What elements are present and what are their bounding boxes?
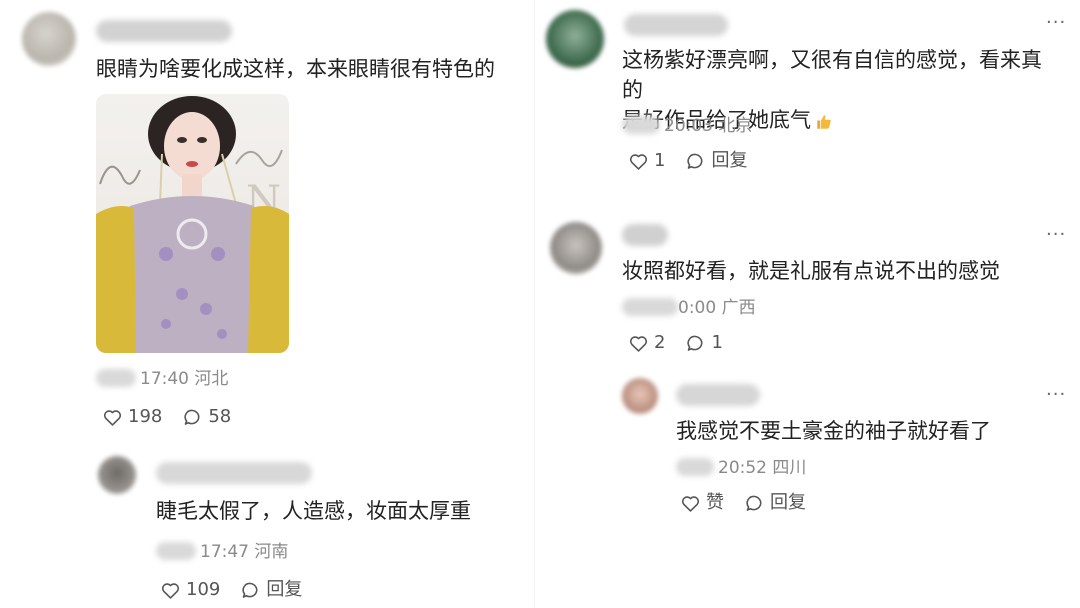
reply-label: 回复 (266, 579, 303, 600)
comment-text: 眼睛为啥要化成这样，本来眼睛很有特色的 (96, 57, 495, 81)
reply-button[interactable]: 回复 (685, 150, 747, 172)
heart-icon (161, 582, 180, 599)
comment-actions: 198 58 (102, 406, 231, 428)
comment-icon (184, 409, 200, 425)
time-date-blur (622, 116, 660, 134)
column-divider (534, 0, 535, 608)
user-name[interactable] (676, 384, 760, 406)
thumbs-up-emoji-icon (817, 115, 831, 129)
comment-location: 北京 (718, 116, 753, 136)
avatar[interactable] (98, 456, 136, 494)
reply-location: 四川 (772, 458, 807, 478)
comment-photo[interactable]: N (96, 94, 289, 353)
reply-label: 回复 (770, 492, 806, 513)
user-name[interactable] (622, 224, 668, 246)
user-name[interactable] (624, 14, 728, 36)
user-name[interactable] (96, 20, 232, 42)
reply-count: 1 (711, 332, 723, 353)
time-date-blur (622, 298, 678, 316)
comment-icon (746, 495, 762, 511)
comment-location: 广西 (721, 298, 756, 318)
like-button[interactable]: 109 (160, 579, 220, 601)
more-options-button[interactable]: ··· (1046, 14, 1066, 32)
reply-button[interactable]: 回复 (744, 492, 806, 514)
like-label: 赞 (706, 492, 724, 513)
comment-actions: 2 1 (628, 332, 723, 354)
reply-time: 17:47 (200, 542, 249, 562)
heart-icon (629, 153, 648, 170)
avatar[interactable] (546, 10, 604, 68)
comment-meta: 17:40 河北 (140, 369, 228, 389)
time-date-blur (96, 369, 136, 387)
comment-actions: 1 回复 (628, 150, 747, 172)
time-date-blur (156, 542, 196, 560)
reply-meta: 20:52 四川 (718, 458, 806, 478)
reply-text: 睫毛太假了，人造感，妆面太厚重 (156, 499, 471, 523)
comment-meta: 0:00 广西 (678, 298, 756, 318)
avatar[interactable] (622, 378, 658, 414)
like-button[interactable]: 1 (628, 150, 665, 172)
reply-location: 河南 (254, 542, 289, 562)
reply-actions: 赞 回复 (680, 492, 806, 514)
like-count: 198 (128, 406, 163, 427)
like-button[interactable]: 赞 (680, 492, 724, 514)
reply-meta: 17:47 河南 (200, 542, 288, 562)
comment-location: 河北 (194, 369, 229, 389)
reply-label: 回复 (711, 150, 748, 171)
like-count: 2 (654, 332, 666, 353)
comment-icon (687, 335, 703, 351)
like-button[interactable]: 198 (102, 406, 162, 428)
comment-icon (687, 153, 703, 169)
reply-button[interactable]: 1 (685, 332, 723, 354)
user-name[interactable] (156, 462, 312, 484)
reply-actions: 109 回复 (160, 579, 302, 601)
photo-image: N (96, 96, 289, 353)
like-count: 109 (186, 579, 221, 600)
comment-text: 妆照都好看，就是礼服有点说不出的感觉 (622, 259, 1000, 283)
comment-time: 17:40 (140, 369, 189, 389)
heart-icon (103, 409, 122, 426)
avatar[interactable] (22, 12, 76, 66)
more-options-button[interactable]: ··· (1046, 226, 1066, 244)
comment-icon (242, 582, 258, 598)
reply-text: 我感觉不要土豪金的袖子就好看了 (676, 419, 991, 443)
comment-text-line: 这杨紫好漂亮啊，又很有自信的感觉，看来真的 (622, 48, 1042, 102)
heart-icon (629, 335, 648, 352)
comment-time: 20:03 (664, 116, 713, 136)
like-button[interactable]: 2 (628, 332, 665, 354)
time-date-blur (676, 458, 714, 476)
comment-time: 0:00 (678, 298, 717, 318)
like-count: 1 (654, 150, 666, 171)
avatar[interactable] (550, 222, 602, 274)
reply-button[interactable]: 回复 (240, 579, 302, 601)
reply-count: 58 (208, 406, 232, 427)
heart-icon (681, 495, 700, 512)
more-options-button[interactable]: ··· (1046, 386, 1066, 404)
comment-meta: 20:03 北京 (664, 116, 752, 136)
reply-button[interactable]: 58 (182, 406, 231, 428)
reply-time: 20:52 (718, 458, 767, 478)
